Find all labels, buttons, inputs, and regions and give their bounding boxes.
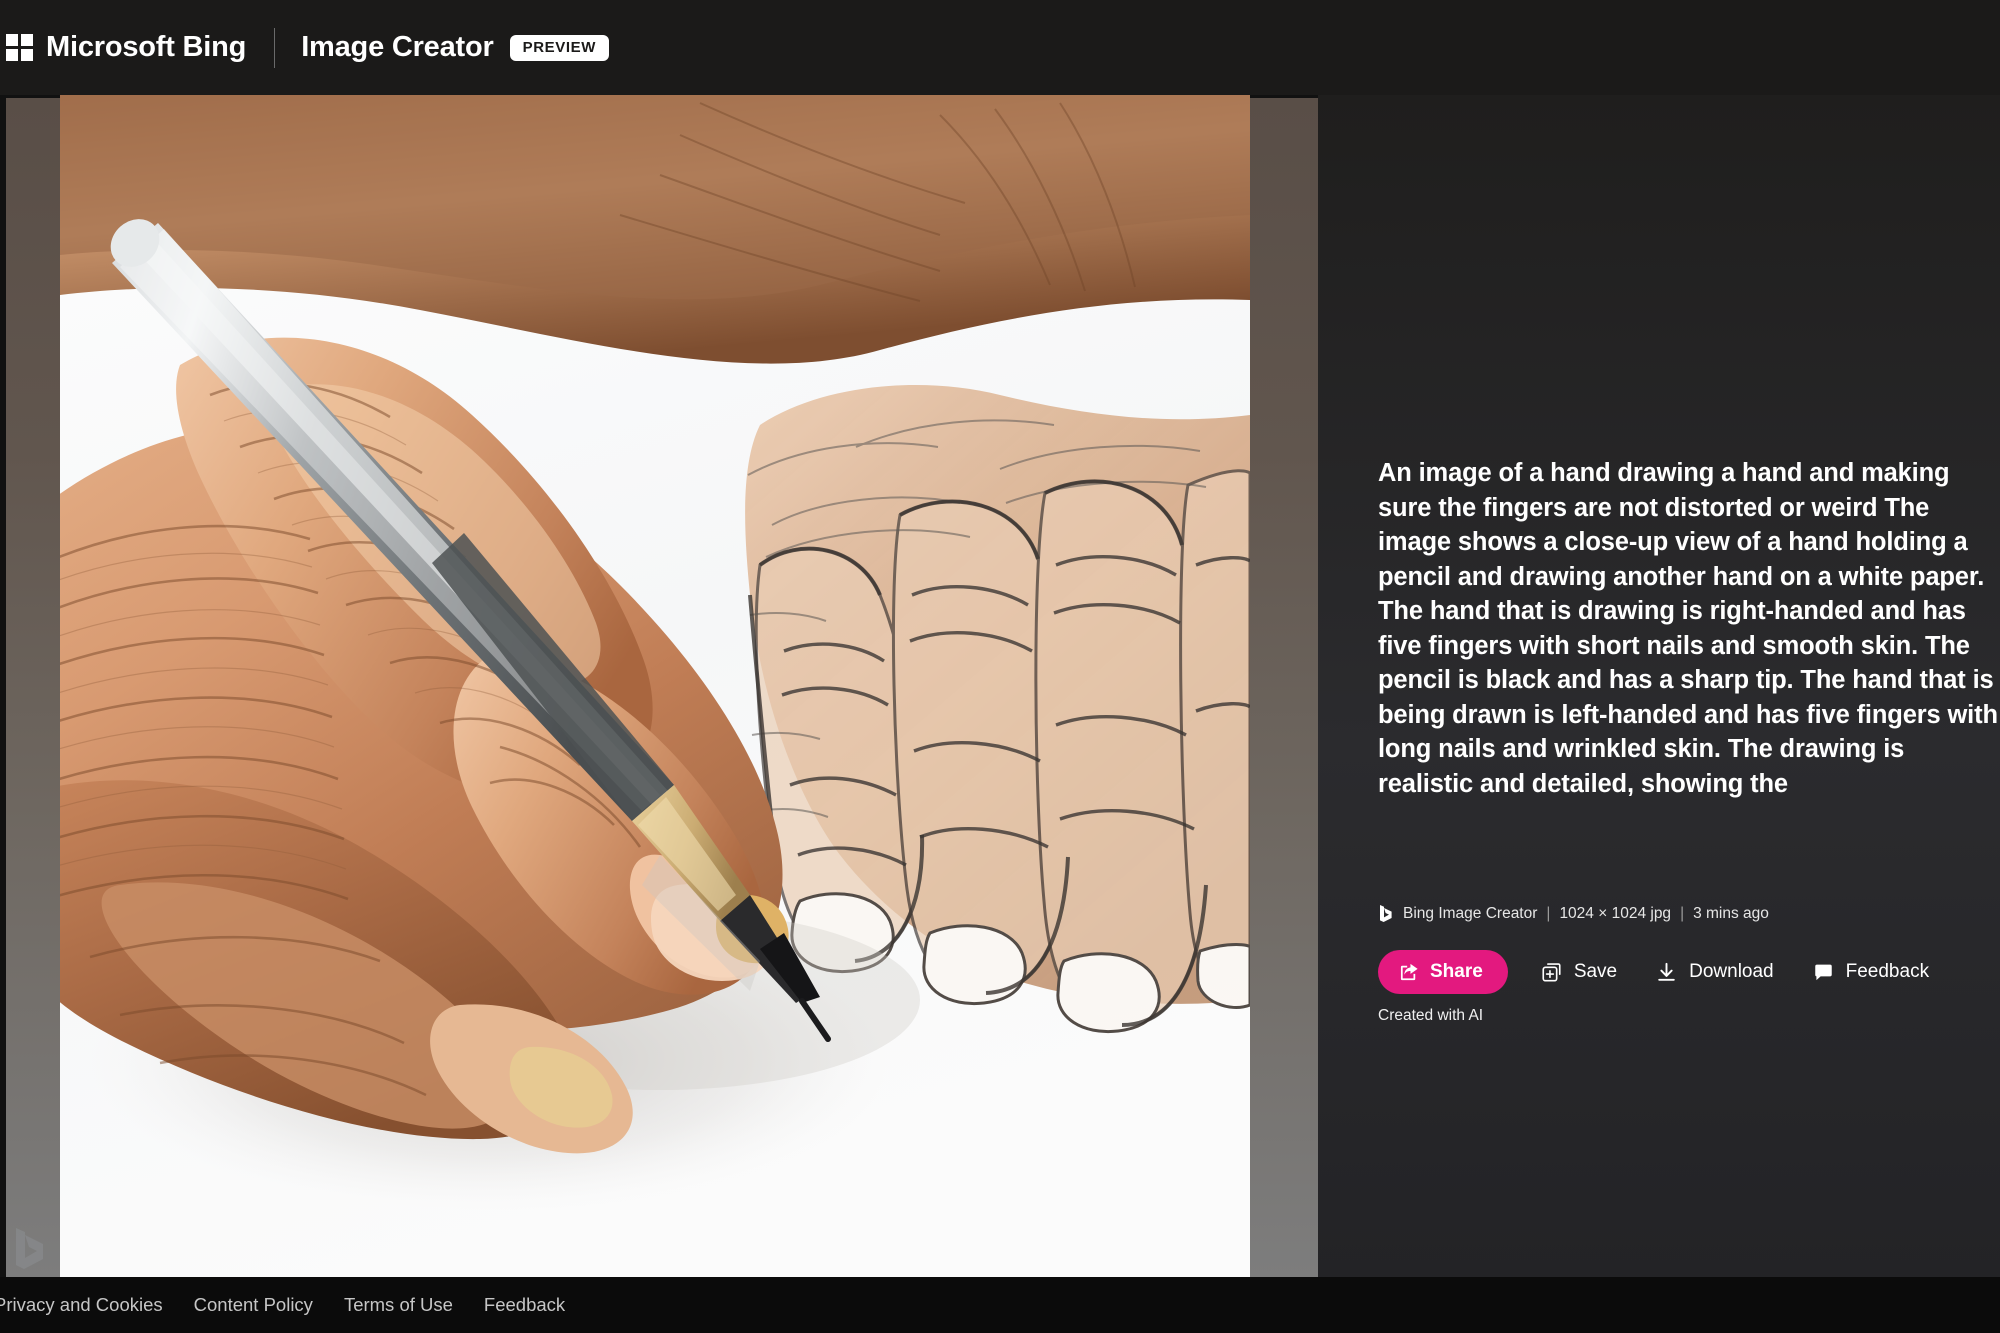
feedback-button[interactable]: Feedback	[1806, 950, 1935, 994]
download-icon	[1655, 961, 1678, 984]
share-button-label: Share	[1430, 961, 1483, 982]
page-title: Image Creator	[301, 31, 494, 63]
footer-link-privacy[interactable]: Privacy and Cookies	[0, 1294, 163, 1316]
microsoft-bing-logo[interactable]: Microsoft Bing	[6, 31, 246, 64]
header-divider	[274, 27, 276, 68]
share-button[interactable]: Share	[1378, 950, 1508, 994]
microsoft-grid-icon	[6, 34, 33, 61]
footer-link-feedback[interactable]: Feedback	[484, 1294, 565, 1316]
footer-link-terms[interactable]: Terms of Use	[344, 1294, 453, 1316]
share-icon	[1398, 961, 1420, 983]
feedback-button-label: Feedback	[1845, 961, 1930, 982]
metadata-separator-2: |	[1680, 904, 1685, 922]
image-metadata: Bing Image Creator | 1024 × 1024 jpg | 3…	[1378, 904, 1769, 923]
footer-link-content-policy[interactable]: Content Policy	[194, 1294, 313, 1316]
image-stage	[0, 95, 1318, 1277]
save-button[interactable]: Save	[1534, 950, 1623, 994]
prompt-description: An image of a hand drawing a hand and ma…	[1378, 459, 1998, 798]
save-collection-icon	[1540, 961, 1563, 984]
app-footer: Privacy and Cookies Content Policy Terms…	[0, 1277, 2000, 1333]
preview-badge: PREVIEW	[509, 34, 609, 61]
download-button-label: Download	[1689, 961, 1774, 982]
save-button-label: Save	[1573, 961, 1618, 982]
download-button[interactable]: Download	[1649, 950, 1780, 994]
metadata-separator-1: |	[1546, 904, 1551, 922]
metadata-source: Bing Image Creator	[1403, 904, 1538, 922]
generated-image[interactable]	[60, 95, 1250, 1277]
image-actions-toolbar: Share Save Download Feedback	[1378, 950, 1935, 994]
feedback-bubble-icon	[1812, 961, 1835, 984]
bing-b-watermark-icon	[10, 1225, 50, 1271]
metadata-timestamp: 3 mins ago	[1693, 904, 1769, 922]
ai-attribution: Created with AI	[1378, 1007, 1484, 1024]
metadata-dimensions: 1024 × 1024 jpg	[1559, 904, 1672, 922]
app-header: Microsoft Bing Image Creator PREVIEW	[0, 0, 2000, 95]
bing-b-icon	[1378, 904, 1394, 923]
microsoft-bing-wordmark: Microsoft Bing	[46, 31, 247, 63]
details-panel: An image of a hand drawing a hand and ma…	[1318, 95, 2000, 1277]
